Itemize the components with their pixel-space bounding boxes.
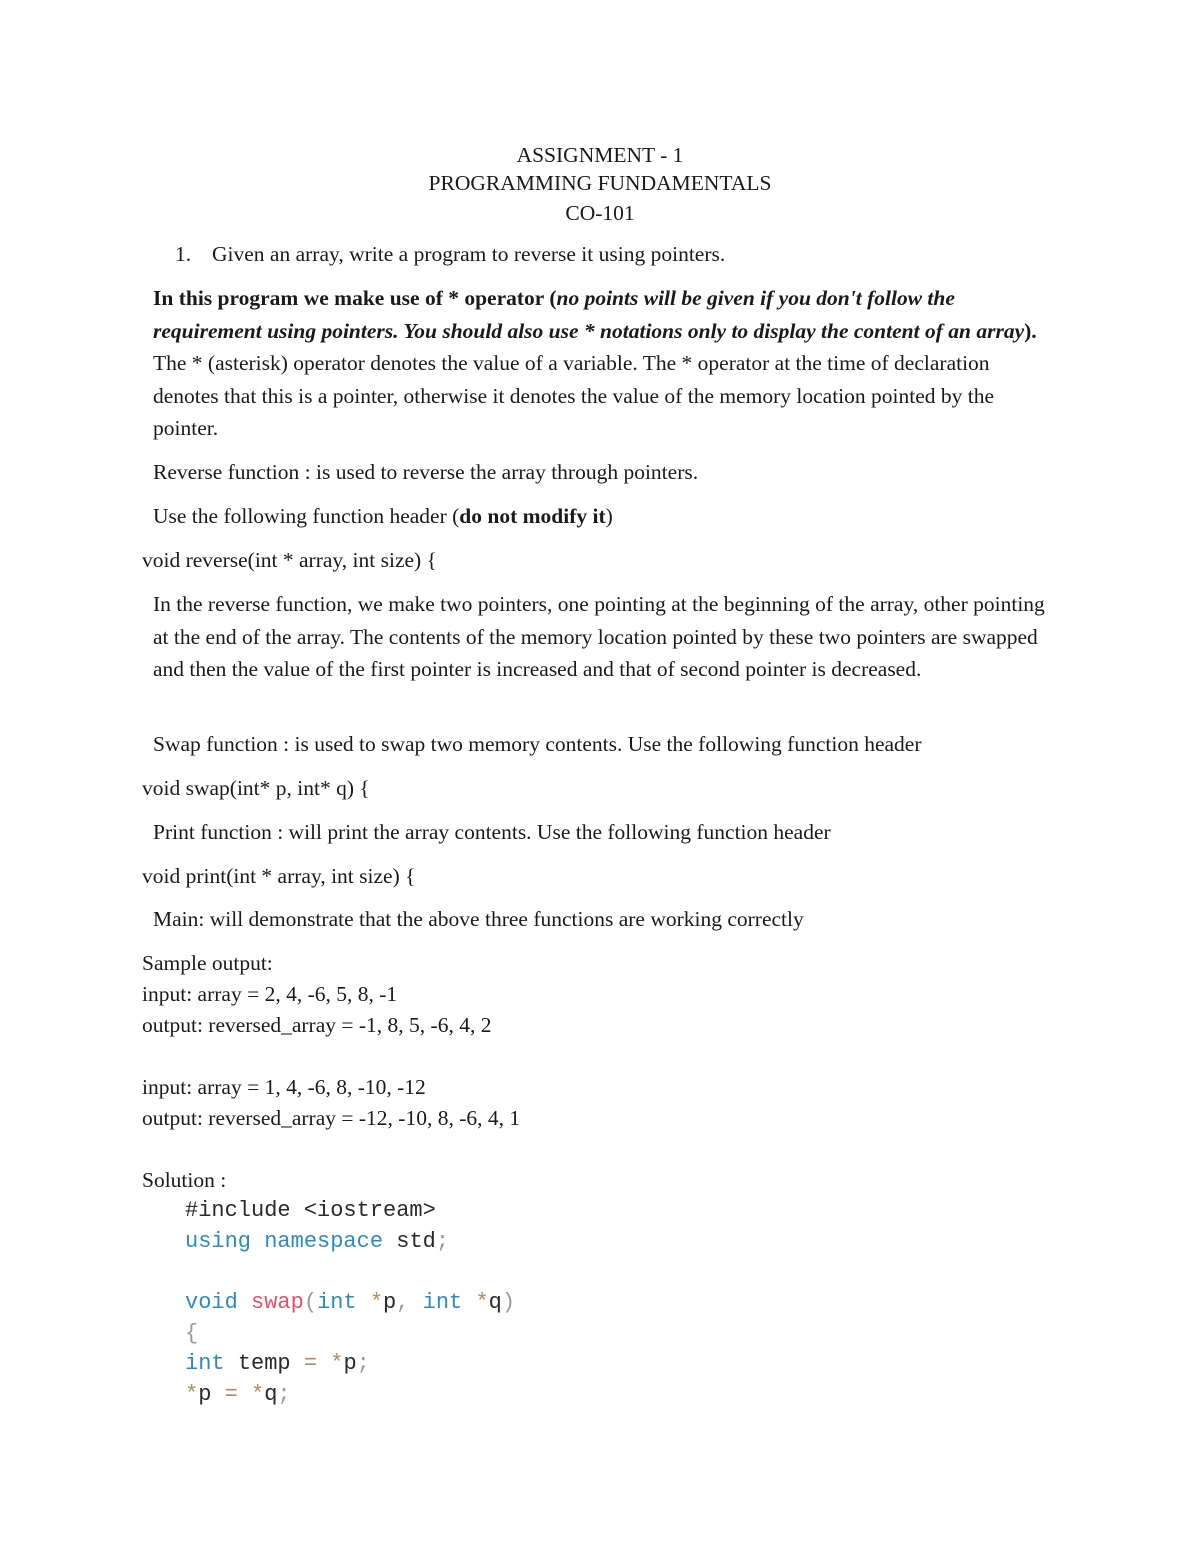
code-operator: * bbox=[251, 1382, 265, 1407]
code-punct: ) bbox=[501, 1290, 516, 1315]
solution-label: Solution : bbox=[142, 1168, 227, 1192]
code-punct: , bbox=[396, 1290, 410, 1315]
code-include-line: #include <iostream> bbox=[185, 1198, 436, 1223]
code-operator: = bbox=[224, 1382, 238, 1407]
doc-title: ASSIGNMENT - 1 bbox=[516, 143, 684, 167]
code-punct: ; bbox=[356, 1351, 370, 1376]
intro-bold-lead: In this program we make use of * operato… bbox=[153, 286, 557, 310]
sample-output-1: output: reversed_array = -1, 8, 5, -6, 4… bbox=[142, 1013, 492, 1037]
code-keyword: namespace bbox=[264, 1229, 384, 1254]
swap-description: Swap function : is used to swap two memo… bbox=[153, 732, 922, 756]
sample-label: Sample output: bbox=[142, 951, 273, 975]
code-operator: * bbox=[185, 1382, 199, 1407]
code-keyword: using bbox=[185, 1229, 252, 1254]
code-operator: * bbox=[475, 1290, 489, 1315]
question-text: Given an array, write a program to rever… bbox=[212, 242, 726, 266]
code-operator: = bbox=[303, 1351, 318, 1376]
code-identifier: q bbox=[264, 1382, 278, 1407]
code-keyword: int bbox=[422, 1290, 463, 1315]
reverse-description: Reverse function : is used to reverse th… bbox=[153, 460, 699, 484]
doc-subject: PROGRAMMING FUNDAMENTALS bbox=[428, 171, 772, 195]
code-operator: * bbox=[369, 1290, 384, 1315]
swap-header: void swap(int* p, int* q) { bbox=[142, 776, 370, 800]
code-temp-line: int temp = *p; bbox=[185, 1351, 370, 1376]
doc-course-code: CO-101 bbox=[565, 201, 635, 225]
code-assign-line: *p = *q; bbox=[185, 1382, 291, 1407]
print-header: void print(int * array, int size) { bbox=[142, 864, 416, 888]
code-using-line: using namespace std; bbox=[185, 1229, 449, 1254]
sample-output-2: output: reversed_array = -12, -10, 8, -6… bbox=[142, 1106, 521, 1130]
code-swap-signature: void swap(int *p, int *q) bbox=[185, 1290, 515, 1315]
code-identifier: std bbox=[396, 1229, 436, 1254]
header-note: Use the following function header (do no… bbox=[153, 504, 613, 529]
question-number: 1. bbox=[175, 242, 192, 266]
header-note-bold: do not modify it bbox=[459, 504, 606, 528]
code-function-name: swap bbox=[251, 1290, 304, 1315]
reverse-header: void reverse(int * array, int size) { bbox=[142, 548, 437, 572]
code-keyword: int bbox=[317, 1290, 357, 1315]
intro-bold-close: ). bbox=[1024, 318, 1037, 343]
code-identifier: p bbox=[383, 1290, 397, 1315]
header-note-close: ) bbox=[605, 504, 613, 528]
code-keyword: int bbox=[185, 1351, 225, 1376]
code-keyword: void bbox=[185, 1290, 238, 1315]
intro-paragraph: In this program we make use of * operato… bbox=[153, 282, 1053, 445]
code-identifier: temp bbox=[237, 1351, 291, 1376]
intro-rest: The * (asterisk) operator denotes the va… bbox=[153, 351, 995, 440]
code-identifier: p bbox=[343, 1351, 357, 1376]
print-description: Print function : will print the array co… bbox=[153, 820, 831, 844]
code-punct: ( bbox=[303, 1290, 318, 1315]
code-operator: * bbox=[330, 1351, 344, 1376]
sample-input-1: input: array = 2, 4, -6, 5, 8, -1 bbox=[142, 982, 398, 1006]
code-identifier: q bbox=[488, 1290, 502, 1315]
reverse-explanation: In the reverse function, we make two poi… bbox=[153, 592, 1045, 681]
code-punct: ; bbox=[435, 1229, 450, 1254]
main-description: Main: will demonstrate that the above th… bbox=[153, 907, 804, 931]
code-open-brace: { bbox=[185, 1321, 199, 1346]
code-identifier: p bbox=[198, 1382, 212, 1407]
header-note-text: Use the following function header ( bbox=[153, 504, 460, 528]
code-punct: ; bbox=[277, 1382, 291, 1407]
sample-input-2: input: array = 1, 4, -6, 8, -10, -12 bbox=[142, 1075, 426, 1099]
